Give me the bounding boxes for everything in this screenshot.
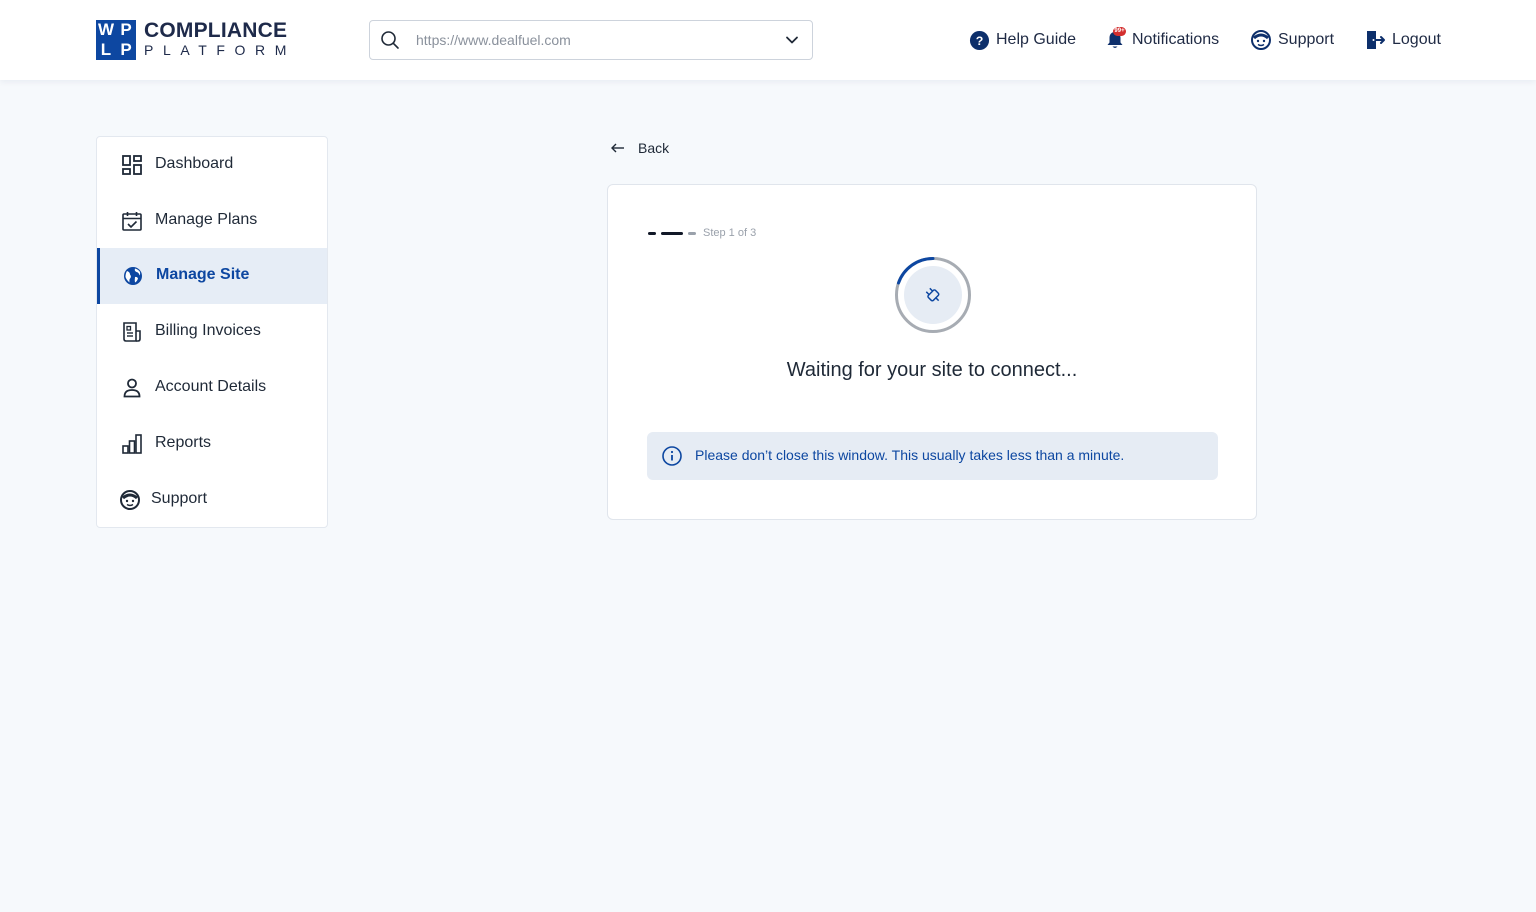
logout-link[interactable]: Logout xyxy=(1364,27,1441,53)
sidebar-item-account-details[interactable]: Account Details xyxy=(97,360,327,416)
svg-text:?: ? xyxy=(976,33,984,47)
support-label: Support xyxy=(1278,31,1335,48)
notifications-label: Notifications xyxy=(1132,31,1220,48)
step-dash xyxy=(648,231,656,235)
step-dash xyxy=(688,231,696,235)
sidebar-item-manage-site[interactable]: Manage Site xyxy=(97,248,327,304)
connection-status-title: Waiting for your site to connect... xyxy=(786,359,1078,381)
search-icon xyxy=(381,31,399,49)
sidebar: Dashboard Manage Plans Manage Site Billi… xyxy=(96,136,328,528)
step-dash-current xyxy=(661,231,683,235)
logo-subtitle: PLATFORM xyxy=(144,42,296,58)
arrow-left-icon xyxy=(611,143,624,153)
bar-chart-icon xyxy=(122,434,142,454)
logo-letter: P xyxy=(120,20,132,39)
logo-letter: L xyxy=(100,40,112,59)
info-icon xyxy=(662,446,682,466)
logo-title: COMPLIANCE xyxy=(144,19,288,42)
sidebar-item-label: Manage Plans xyxy=(155,211,258,228)
brand-logo[interactable]: W P L P COMPLIANCE PLATFORM xyxy=(96,20,296,60)
dashboard-icon xyxy=(122,155,142,175)
notifications-link[interactable]: 99+ Notifications xyxy=(1104,27,1219,53)
sidebar-item-dashboard[interactable]: Dashboard xyxy=(97,137,327,193)
logout-icon xyxy=(1367,31,1385,49)
sidebar-item-label: Dashboard xyxy=(155,155,234,172)
calendar-check-icon xyxy=(122,212,142,231)
sidebar-item-manage-plans[interactable]: Manage Plans xyxy=(97,193,327,249)
step-indicator: Step 1 of 3 xyxy=(648,227,756,239)
step-text: Step 1 of 3 xyxy=(703,227,757,239)
logo-letter: W xyxy=(97,20,115,39)
logout-label: Logout xyxy=(1392,31,1441,48)
connecting-spinner xyxy=(895,256,971,333)
sidebar-item-label: Support xyxy=(151,490,208,507)
bell-icon: 99+ xyxy=(1104,27,1126,51)
logo-mark: W P L P xyxy=(96,20,136,60)
invoice-icon xyxy=(123,322,141,342)
back-link[interactable]: Back xyxy=(610,138,669,158)
notification-badge: 99+ xyxy=(1113,27,1126,36)
sidebar-item-billing-invoices[interactable]: Billing Invoices xyxy=(97,304,327,360)
support-icon xyxy=(120,490,140,510)
sidebar-item-reports[interactable]: Reports xyxy=(97,416,327,472)
logo-text: COMPLIANCE PLATFORM xyxy=(144,19,296,59)
site-url-value: https://www.dealfuel.com xyxy=(416,32,571,48)
info-banner: Please don’t close this window. This usu… xyxy=(647,432,1218,480)
help-guide-label: Help Guide xyxy=(996,31,1077,48)
site-selector[interactable]: https://www.dealfuel.com xyxy=(369,20,813,60)
globe-icon xyxy=(124,267,142,285)
chevron-down-icon[interactable] xyxy=(784,32,800,48)
top-header: W P L P COMPLIANCE PLATFORM https://www.… xyxy=(0,0,1536,80)
connect-site-card: Step 1 of 3 Waiting for your site to con… xyxy=(607,184,1257,520)
sidebar-item-label: Manage Site xyxy=(156,266,250,283)
help-guide-link[interactable]: ? Help Guide xyxy=(969,27,1076,53)
help-icon: ? xyxy=(969,30,990,50)
support-link[interactable]: Support xyxy=(1250,27,1334,53)
info-message: Please don’t close this window. This usu… xyxy=(695,447,1125,463)
sidebar-item-label: Reports xyxy=(155,434,212,451)
back-label: Back xyxy=(638,140,670,156)
sidebar-item-support[interactable]: Support xyxy=(97,472,327,528)
sidebar-item-label: Billing Invoices xyxy=(155,322,261,339)
sidebar-item-label: Account Details xyxy=(155,378,267,395)
support-icon xyxy=(1251,30,1271,50)
user-icon xyxy=(123,378,141,398)
logo-letter: P xyxy=(120,40,132,59)
